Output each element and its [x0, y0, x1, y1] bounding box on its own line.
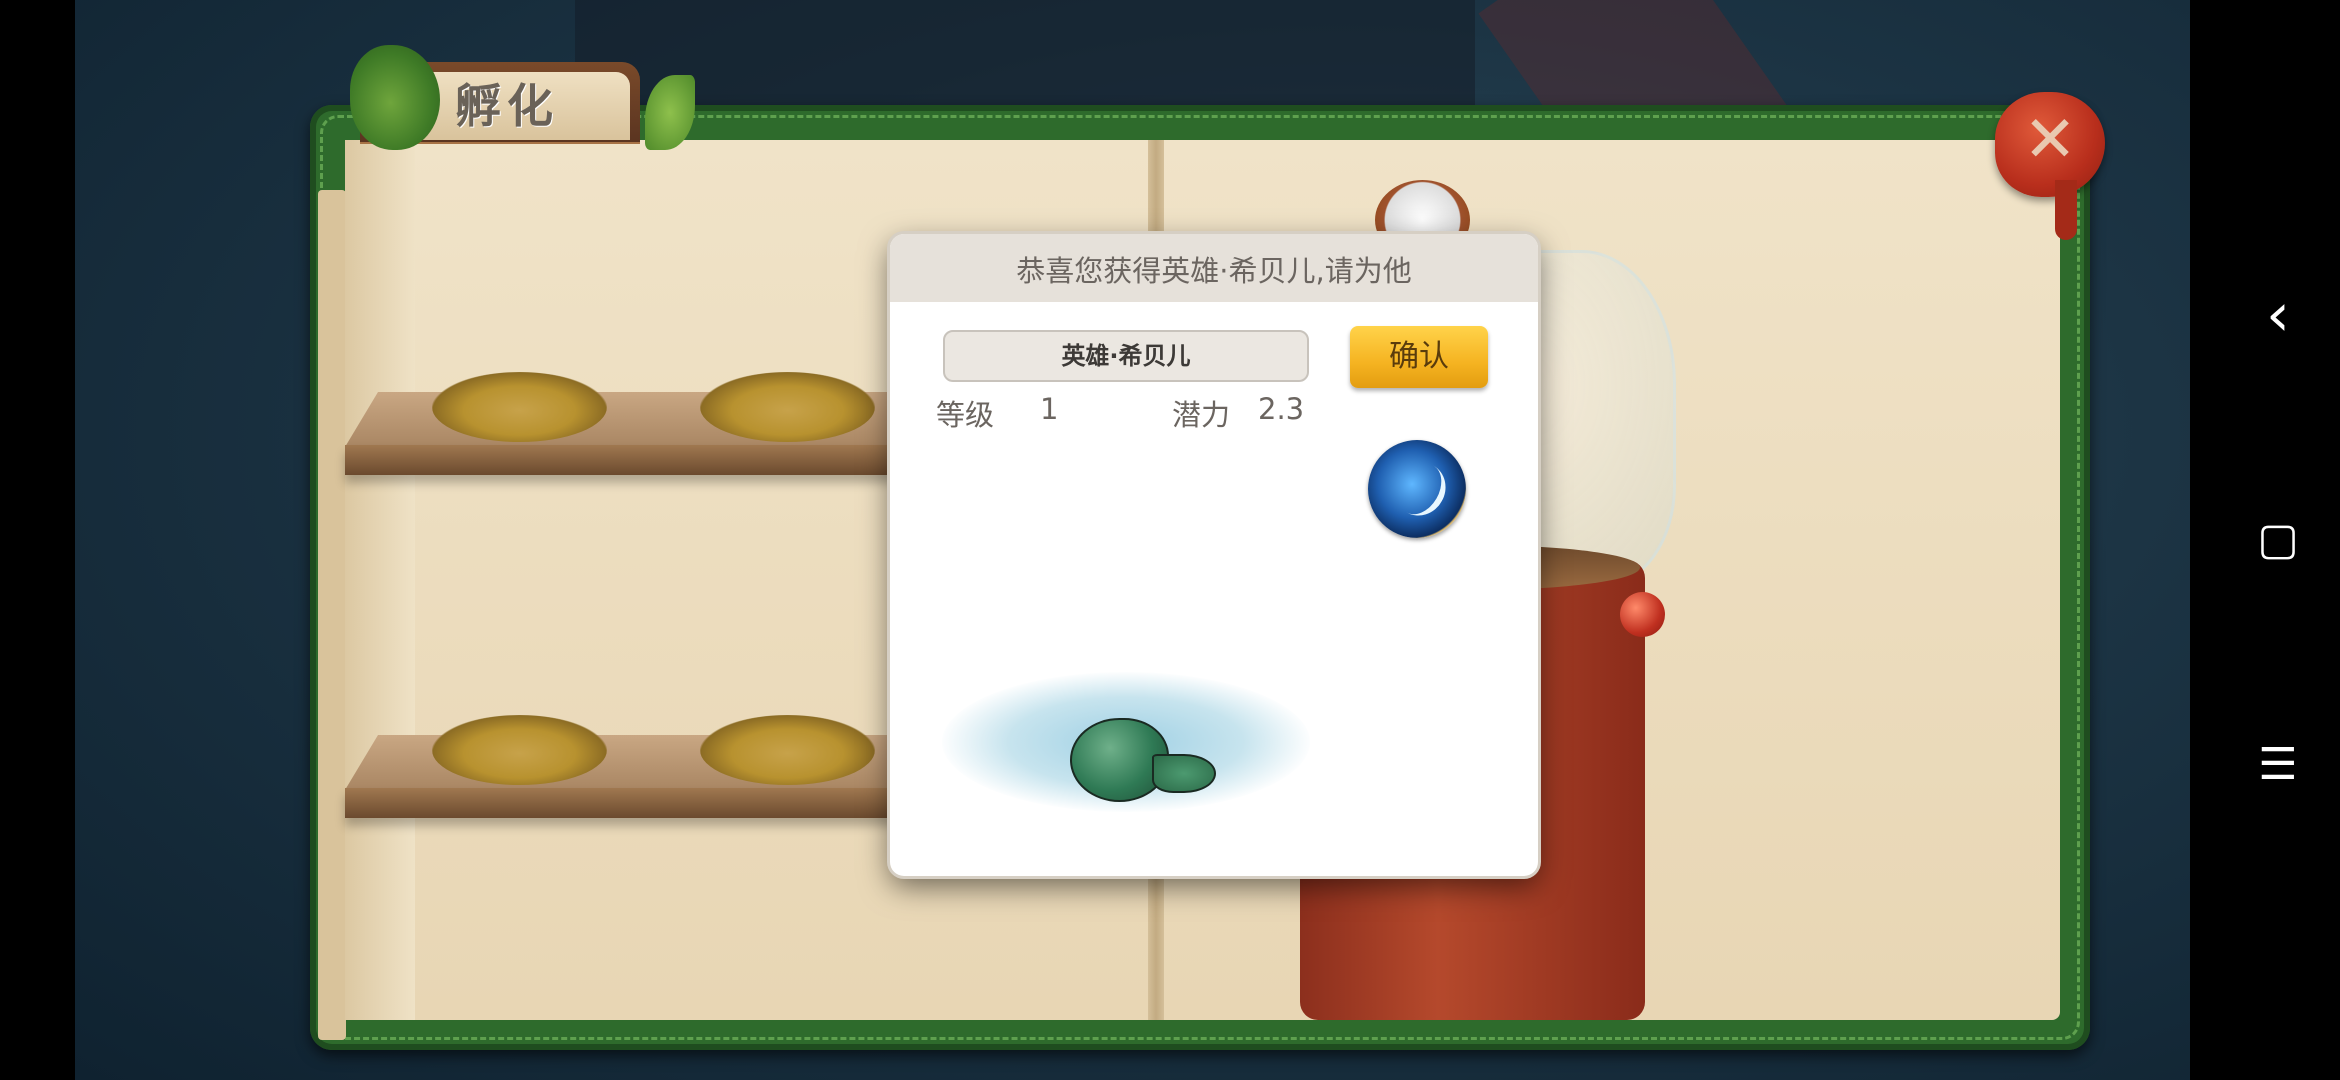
- hero-tail: [1152, 754, 1216, 793]
- nest-slot[interactable]: [432, 715, 607, 785]
- menu-button[interactable]: ☰: [2248, 735, 2308, 795]
- level-label: 等级: [936, 398, 995, 432]
- page-margin: [345, 140, 415, 1020]
- confirm-label: 确认: [1389, 339, 1449, 374]
- nest-slot[interactable]: [700, 715, 875, 785]
- potential-label: 潜力: [1172, 398, 1231, 432]
- nest-slot[interactable]: [432, 372, 607, 442]
- hero-name-input[interactable]: 英雄·希贝儿: [943, 330, 1309, 382]
- shelf: [345, 445, 895, 475]
- back-button[interactable]: ‹: [2248, 285, 2308, 345]
- close-icon: ✕: [2023, 103, 2077, 177]
- hero-obtained-dialog: 恭喜您获得英雄·希贝儿,请为他 英雄·希贝儿 确认 等级 1 潜力 2.3: [890, 234, 1538, 876]
- hero-name-value: 英雄·希贝儿: [1061, 342, 1191, 370]
- nest-slot[interactable]: [700, 372, 875, 442]
- incubator-knob: [1620, 592, 1665, 637]
- background-decoration: [575, 0, 1475, 110]
- close-button-drip: [2055, 180, 2077, 240]
- confirm-button[interactable]: 确认: [1350, 326, 1488, 388]
- dialog-title: 恭喜您获得英雄·希贝儿,请为他: [1016, 254, 1412, 288]
- potential-value: 2.3: [1258, 392, 1305, 426]
- paper-edge: [318, 190, 346, 1040]
- shelf: [345, 788, 895, 818]
- dragon-mascot-icon: [350, 45, 440, 150]
- level-value: 1: [1040, 392, 1059, 426]
- home-button[interactable]: ▢: [2248, 510, 2308, 570]
- tab-title: 孵化: [455, 79, 559, 133]
